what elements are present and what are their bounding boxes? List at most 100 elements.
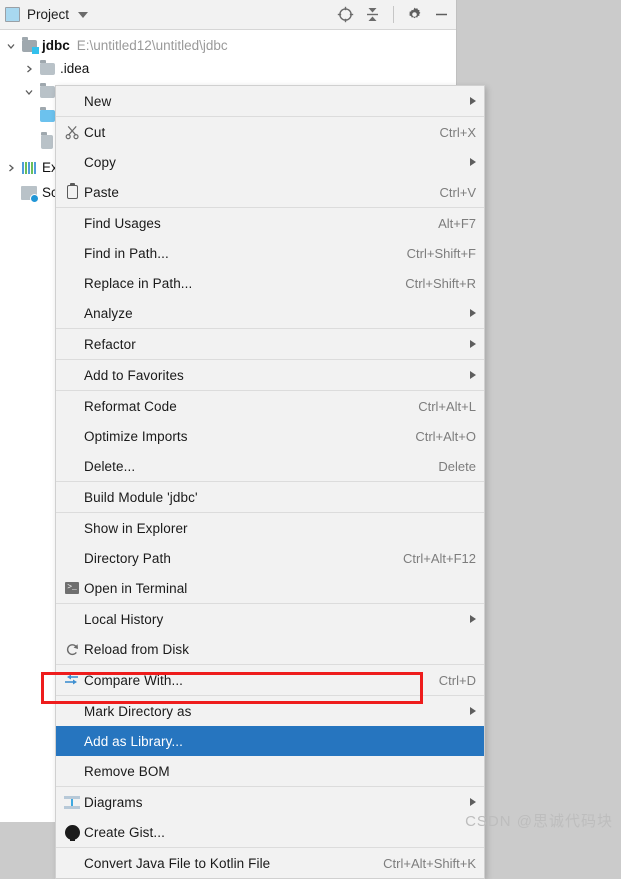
menu-item-shortcut: Ctrl+Alt+Shift+K [383,855,476,871]
menu-item-mark-directory-as[interactable]: Mark Directory as [56,696,484,726]
menu-item-label: Compare With... [84,672,184,688]
chevron-collapsed-icon[interactable] [20,64,38,74]
menu-item-shortcut: Ctrl+Shift+R [405,275,476,291]
menu-item-find-in-path[interactable]: Find in Path... Ctrl+Shift+F [56,238,484,268]
compare-icon [60,673,84,687]
menu-item-find-usages[interactable]: Find Usages Alt+F7 [56,208,484,238]
toolbar-divider [393,6,394,23]
scissors-icon [60,125,84,140]
menu-item-label: Optimize Imports [84,428,188,444]
menu-item-label: Directory Path [84,550,171,566]
menu-item-open-in-terminal[interactable]: >_ Open in Terminal [56,573,484,603]
menu-item-compare-with[interactable]: Compare With... Ctrl+D [56,665,484,695]
folder-icon [38,82,56,100]
submenu-arrow-icon [470,707,476,715]
menu-item-convert-java-to-kotlin[interactable]: Convert Java File to Kotlin File Ctrl+Al… [56,848,484,878]
diagram-icon [60,795,84,809]
menu-item-shortcut: Ctrl+Alt+F12 [403,550,476,566]
chevron-down-icon[interactable] [78,11,89,18]
gear-icon[interactable] [406,6,423,23]
menu-item-label: Local History [84,611,164,627]
menu-item-shortcut: Ctrl+D [438,672,476,688]
menu-item-optimize-imports[interactable]: Optimize Imports Ctrl+Alt+O [56,421,484,451]
tree-node-path: E:\untitled12\untitled\jdbc [76,38,228,53]
menu-item-label: Show in Explorer [84,520,188,536]
menu-item-label: Find Usages [84,215,161,231]
chevron-expanded-icon[interactable] [2,41,20,51]
menu-item-directory-path[interactable]: Directory Path Ctrl+Alt+F12 [56,543,484,573]
menu-item-label: Delete... [84,458,136,474]
menu-item-label: Create Gist... [84,824,165,840]
tree-node-label: .idea [60,61,90,76]
menu-item-analyze[interactable]: Analyze [56,298,484,328]
menu-item-show-in-explorer[interactable]: Show in Explorer [56,513,484,543]
github-icon [60,824,84,841]
submenu-arrow-icon [470,798,476,806]
menu-item-delete[interactable]: Delete... Delete [56,451,484,481]
menu-item-local-history[interactable]: Local History [56,604,484,634]
chart-icon [20,160,38,176]
context-menu[interactable]: New Cut Ctrl+X Copy Paste Ctrl+V Find Us… [55,85,485,879]
chevron-collapsed-icon[interactable] [2,163,20,173]
menu-item-label: Add to Favorites [84,367,184,383]
menu-item-label: Copy [84,154,116,170]
menu-item-build-module[interactable]: Build Module 'jdbc' [56,482,484,512]
menu-item-add-to-favorites[interactable]: Add to Favorites [56,360,484,390]
menu-item-replace-in-path[interactable]: Replace in Path... Ctrl+Shift+R [56,268,484,298]
menu-item-label: Diagrams [84,794,143,810]
menu-item-shortcut: Ctrl+X [439,124,476,140]
menu-item-add-as-library[interactable]: Add as Library... [56,726,484,756]
menu-item-shortcut: Ctrl+Shift+F [406,245,476,261]
submenu-arrow-icon [470,371,476,379]
submenu-arrow-icon [470,97,476,105]
submenu-arrow-icon [470,158,476,166]
tree-row-jdbc[interactable]: jdbc E:\untitled12\untitled\jdbc [0,34,456,57]
submenu-arrow-icon [470,615,476,623]
menu-item-label: Mark Directory as [84,703,192,719]
menu-item-shortcut: Ctrl+Alt+O [415,428,476,444]
menu-item-label: Paste [84,184,120,200]
menu-item-diagrams[interactable]: Diagrams [56,787,484,817]
locate-target-icon[interactable] [337,6,354,23]
menu-item-reload-from-disk[interactable]: Reload from Disk [56,634,484,664]
menu-item-label: Add as Library... [84,733,183,749]
panel-toolbar [337,6,450,23]
menu-item-label: Replace in Path... [84,275,193,291]
module-folder-icon [20,36,39,54]
project-panel-header: Project [0,0,456,30]
menu-item-label: Refactor [84,336,136,352]
menu-item-shortcut: Delete [438,458,476,474]
chevron-expanded-icon[interactable] [20,87,38,97]
tree-row-idea[interactable]: .idea [0,57,456,80]
menu-item-cut[interactable]: Cut Ctrl+X [56,117,484,147]
collapse-all-icon[interactable] [364,6,381,23]
minimize-icon[interactable] [433,6,450,23]
menu-item-paste[interactable]: Paste Ctrl+V [56,177,484,207]
menu-item-create-gist[interactable]: Create Gist... [56,817,484,847]
file-icon [38,132,56,150]
menu-item-label: Reformat Code [84,398,177,414]
menu-item-shortcut: Alt+F7 [438,215,476,231]
menu-item-label: Reload from Disk [84,641,190,657]
watermark: CSDN @思诚代码块 [465,813,613,830]
project-window-icon [5,7,20,22]
menu-item-label: Convert Java File to Kotlin File [84,855,271,871]
menu-item-label: Remove BOM [84,763,170,779]
project-title-group[interactable]: Project [5,7,89,22]
menu-item-refactor[interactable]: Refactor [56,329,484,359]
menu-item-label: Analyze [84,305,133,321]
submenu-arrow-icon [470,340,476,348]
menu-item-remove-bom[interactable]: Remove BOM [56,756,484,786]
submenu-arrow-icon [470,309,476,317]
reload-icon [60,642,84,657]
menu-item-label: Find in Path... [84,245,169,261]
terminal-icon: >_ [60,582,84,594]
clipboard-icon [60,183,84,199]
menu-item-shortcut: Ctrl+V [439,184,476,200]
menu-item-reformat-code[interactable]: Reformat Code Ctrl+Alt+L [56,391,484,421]
menu-item-shortcut: Ctrl+Alt+L [418,398,476,414]
menu-item-label: New [84,93,112,109]
page-title: Project [27,7,70,22]
menu-item-new[interactable]: New [56,86,484,116]
menu-item-copy[interactable]: Copy [56,147,484,177]
